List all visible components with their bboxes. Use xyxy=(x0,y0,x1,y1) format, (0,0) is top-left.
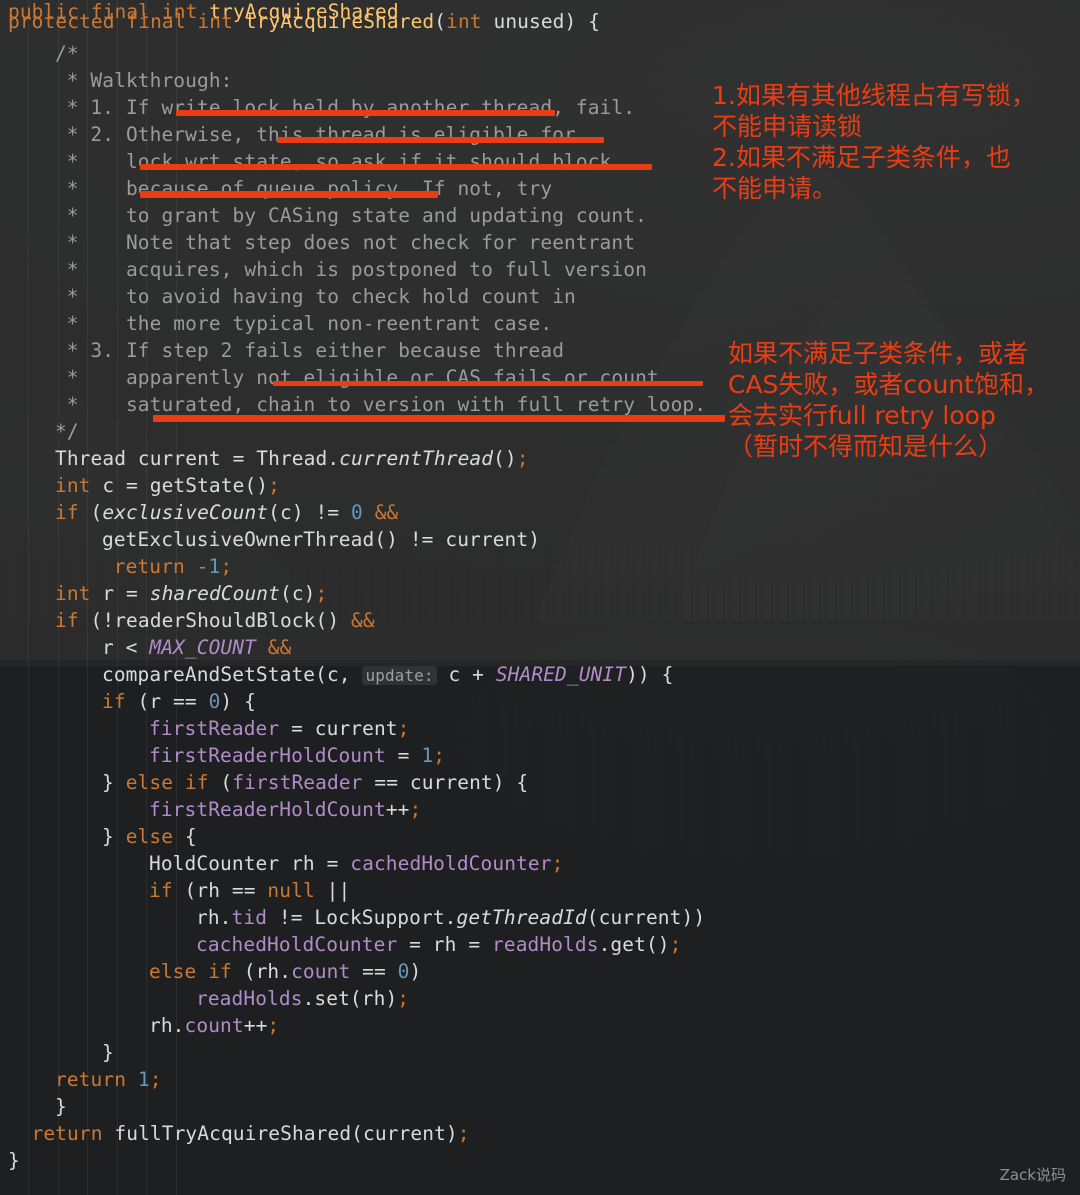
code-line[interactable]: * acquires, which is postponed to full v… xyxy=(67,256,647,283)
code-line[interactable]: * 1. If write lock held by another threa… xyxy=(67,94,635,121)
annotation-underline-u3 xyxy=(140,164,652,170)
code-line[interactable]: rh.count++; xyxy=(149,1012,279,1039)
annotation-note-line: 会去实行full retry loop xyxy=(728,401,996,430)
code-line[interactable]: if (!readerShouldBlock() && xyxy=(55,607,375,634)
code-line[interactable]: cachedHoldCounter = rh = readHolds.get()… xyxy=(196,931,681,958)
code-line[interactable]: * 2. Otherwise, this thread is eligible … xyxy=(67,121,576,148)
code-line[interactable]: /* xyxy=(55,40,79,67)
code-line[interactable]: protected final int tryAcquireShared(int… xyxy=(8,8,600,35)
note-1: 1.如果有其他线程占有写锁， 不能申请读锁 2.如果不满足子类条件，也 不能申请。 xyxy=(712,80,1036,204)
annotation-note-line: 不能申请读锁 xyxy=(712,112,863,141)
code-line[interactable]: */ xyxy=(55,418,79,445)
code-line[interactable]: } else if (firstReader == current) { xyxy=(102,769,528,796)
annotation-underline-u6 xyxy=(153,415,725,422)
code-line[interactable]: int c = getState(); xyxy=(55,472,280,499)
code-line[interactable]: firstReader = current; xyxy=(149,715,410,742)
code-line[interactable]: getExclusiveOwnerThread() != current) xyxy=(102,526,540,553)
code-line[interactable]: * lock wrt state, so ask if it should bl… xyxy=(67,148,612,175)
code-line[interactable]: return fullTryAcquireShared(current); xyxy=(32,1120,470,1147)
code-line[interactable]: * to grant by CASing state and updating … xyxy=(67,202,647,229)
annotation-underline-u4 xyxy=(140,191,438,198)
code-line[interactable]: if (rh == null || xyxy=(149,877,350,904)
code-line[interactable]: else if (rh.count == 0) xyxy=(149,958,421,985)
code-line[interactable]: int r = sharedCount(c); xyxy=(55,580,327,607)
code-line[interactable]: } xyxy=(55,1093,67,1120)
code-line[interactable]: } xyxy=(8,1147,20,1174)
code-line[interactable]: HoldCounter rh = cachedHoldCounter; xyxy=(149,850,563,877)
code-line[interactable]: } xyxy=(102,1039,114,1066)
watermark: Zack说码 xyxy=(999,1166,1066,1184)
code-line[interactable]: rh.tid != LockSupport.getThreadId(curren… xyxy=(196,904,705,931)
note-2: 如果不满足子类条件，或者 CAS失败，或者count饱和， 会去实行full ret… xyxy=(728,338,1049,462)
code-line[interactable]: * 3. If step 2 fails either because thre… xyxy=(67,337,564,364)
code-line[interactable]: return -1; xyxy=(114,553,232,580)
code-line[interactable]: readHolds.set(rh); xyxy=(196,985,409,1012)
annotation-underline-u1 xyxy=(176,110,555,116)
code-line[interactable]: * Note that step does not check for reen… xyxy=(67,229,635,256)
annotation-underline-u5 xyxy=(273,381,703,386)
code-line[interactable]: r < MAX_COUNT && xyxy=(102,634,291,661)
annotation-note-line: 1.如果有其他线程占有写锁， xyxy=(712,81,1036,110)
code-line[interactable]: * to avoid having to check hold count in xyxy=(67,283,576,310)
code-line[interactable]: if (r == 0) { xyxy=(102,688,256,715)
annotation-note-line: 不能申请。 xyxy=(712,174,838,203)
code-line[interactable]: if (exclusiveCount(c) != 0 && xyxy=(55,499,398,526)
code-line[interactable]: } else { xyxy=(102,823,197,850)
code-line[interactable]: firstReaderHoldCount = 1; xyxy=(149,742,445,769)
annotation-note-line: 2.如果不满足子类条件，也 xyxy=(712,143,1011,172)
annotation-underline-u2 xyxy=(277,137,604,143)
annotation-note-line: CAS失败，或者count饱和， xyxy=(728,370,1049,399)
code-line[interactable]: * apparently not eligible or CAS fails o… xyxy=(67,364,659,391)
annotation-note-line: 如果不满足子类条件，或者 xyxy=(728,339,1029,368)
code-line[interactable]: * Walkthrough: xyxy=(67,67,233,94)
code-line[interactable]: * the more typical non-reentrant case. xyxy=(67,310,552,337)
code-line[interactable]: compareAndSetState(c, update: c + SHARED… xyxy=(102,661,673,689)
code-line[interactable]: firstReaderHoldCount++; xyxy=(149,796,421,823)
code-line[interactable]: Thread current = Thread.currentThread(); xyxy=(55,445,529,472)
code-line[interactable]: * because of queue policy. If not, try xyxy=(67,175,552,202)
annotation-note-line: （暂时不得而知是什么） xyxy=(728,432,1004,461)
code-line[interactable]: return 1; xyxy=(55,1066,162,1093)
